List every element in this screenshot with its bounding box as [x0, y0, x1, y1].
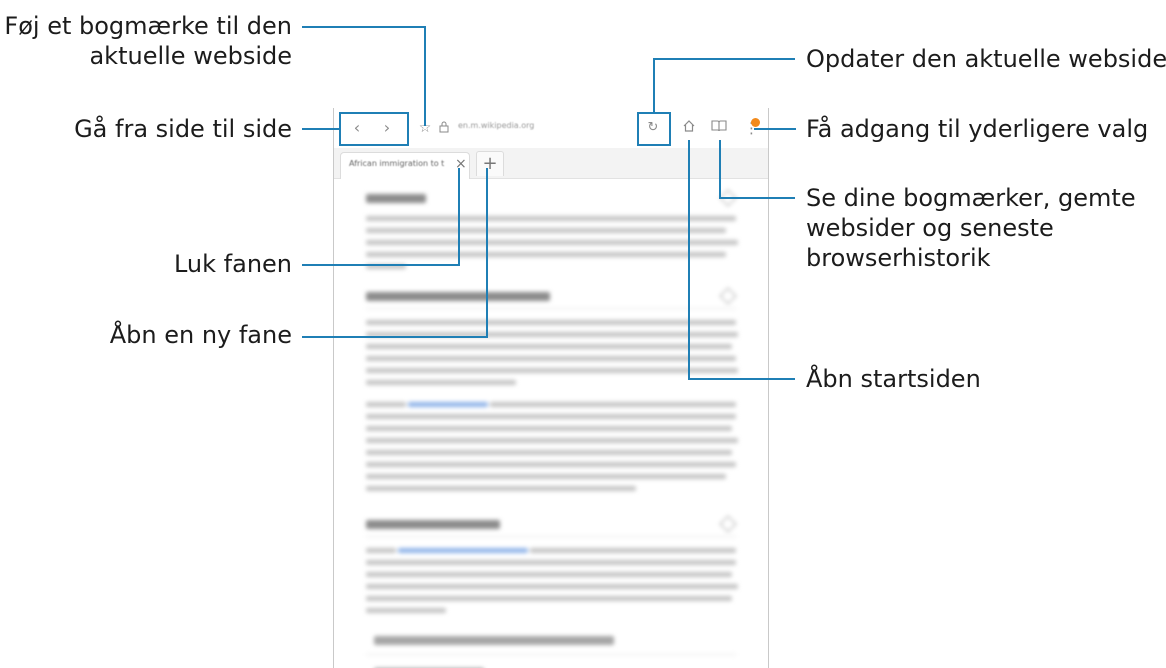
callout-line: [302, 26, 426, 28]
callout-line: [302, 336, 488, 338]
nav-buttons-highlight: [339, 112, 409, 146]
callout-line: [754, 128, 796, 130]
callout-line: [302, 128, 340, 130]
callout-bookmark-line1: Føj et bogmærke til den: [4, 12, 292, 40]
callout-more-options: Få adgang til yderligere valg: [806, 115, 1149, 143]
callout-line: [424, 26, 426, 126]
book-icon[interactable]: [710, 118, 728, 138]
callout-line: [302, 264, 460, 266]
callout-bookmarks-line3: browserhistorik: [806, 244, 991, 272]
callout-new-tab: Åbn en ny fane: [109, 321, 292, 349]
callout-navigate: Gå fra side til side: [74, 115, 292, 143]
close-icon[interactable]: ×: [455, 156, 467, 172]
callout-line: [486, 168, 488, 338]
callout-line: [719, 197, 795, 199]
new-tab-button[interactable]: +: [476, 151, 504, 176]
notification-badge: [751, 118, 760, 127]
callout-bookmarks-line1: Se dine bogmærker, gemte: [806, 184, 1136, 212]
home-icon[interactable]: [680, 118, 698, 138]
callout-line: [458, 168, 460, 266]
callout-bookmark-line2: aktuelle webside: [89, 42, 292, 70]
callout-bookmarks-line2: websider og seneste: [806, 214, 1054, 242]
callout-line: [719, 140, 721, 199]
callout-refresh: Opdater den aktuelle webside: [806, 45, 1166, 73]
tab-active[interactable]: African immigration to t... ×: [340, 152, 470, 179]
refresh-highlight: [637, 112, 671, 146]
callout-line: [653, 58, 795, 60]
callout-close-tab: Luk fanen: [173, 250, 292, 278]
browser-screenshot: ‹ › ☆ en.m.wikipedia.org ↻ ⋮ African imm…: [333, 108, 769, 668]
url-bar[interactable]: en.m.wikipedia.org: [458, 121, 534, 130]
lock-icon: [436, 118, 452, 138]
callout-line: [653, 58, 655, 114]
callout-line: [688, 140, 690, 380]
callout-line: [688, 378, 795, 380]
callout-bookmarks: Se dine bogmærker, gemte websider og sen…: [806, 183, 1136, 273]
callout-bookmark: Føj et bogmærke til den aktuelle webside: [4, 11, 292, 71]
tab-title: African immigration to t...: [349, 159, 445, 168]
callout-home: Åbn startsiden: [806, 365, 981, 393]
page-content: [334, 180, 768, 668]
tab-strip: African immigration to t... × +: [334, 148, 768, 179]
